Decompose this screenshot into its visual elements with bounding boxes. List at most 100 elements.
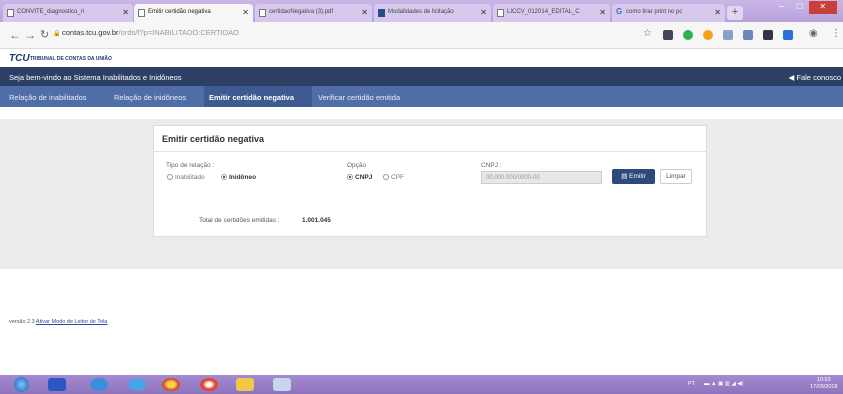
radio-inidoneo[interactable]: Inidôneo — [221, 174, 256, 181]
app-icon[interactable] — [200, 378, 218, 391]
limpar-button[interactable]: Limpar — [660, 169, 692, 184]
close-tab-icon[interactable]: ✕ — [480, 8, 487, 17]
extension-icon[interactable] — [783, 30, 793, 40]
divider — [154, 151, 706, 152]
page-icon — [138, 9, 145, 17]
radio-label: CNPJ — [355, 174, 373, 181]
chrome-icon[interactable] — [162, 378, 180, 391]
megaphone-icon: ◀ — [788, 73, 795, 82]
os-taskbar: PT ▬ ▲ ▣ ▥ ◢ ◀) 10:53 17/09/2018 — [0, 375, 843, 394]
tab-label: Emitir certidão negativa — [148, 9, 211, 15]
extension-icon[interactable] — [683, 30, 693, 40]
minimize-icon[interactable]: ─ — [773, 1, 791, 14]
option-label: Opção — [347, 162, 367, 169]
radio-inabilitado[interactable]: Inabilitado — [167, 174, 205, 181]
extension-icon[interactable] — [763, 30, 773, 40]
site-header: TCU TRIBUNAL DE CONTAS DA UNIÃO — [0, 49, 843, 67]
site-favicon-icon — [378, 9, 385, 17]
version-text: versão 2.3 — [9, 319, 35, 325]
profile-icon[interactable]: ◉ — [809, 28, 818, 39]
total-value: 1.001.045 — [302, 217, 331, 224]
extension-icon[interactable] — [743, 30, 753, 40]
menu-item-verificar-certidao[interactable]: Verificar certidão emitida — [318, 93, 400, 102]
radio-cnpj[interactable]: CNPJ — [347, 174, 372, 181]
window-close-icon[interactable]: ✕ — [808, 1, 837, 14]
tab-label: certidaoNegativa (3).pdf — [269, 9, 334, 15]
start-button-icon[interactable] — [14, 377, 29, 392]
browser-tab[interactable]: certidaoNegativa (3).pdf ✕ — [255, 4, 372, 22]
file-icon — [7, 9, 14, 17]
menu-item-inabilitados[interactable]: Relação de inabilitados — [9, 93, 87, 102]
browser-tab-bar: CONVITE_diagnostico_ri ✕ Emitir certidão… — [0, 0, 843, 22]
system-clock[interactable]: 10:53 17/09/2018 — [810, 377, 838, 391]
radio-cpf[interactable]: CPF — [383, 174, 404, 181]
clock-date: 17/09/2018 — [810, 384, 838, 390]
extension-icon[interactable] — [663, 30, 673, 40]
browser-tab[interactable]: Modalidades de licitação ✕ — [374, 4, 491, 22]
file-icon — [259, 9, 266, 17]
radio-label: Inidôneo — [229, 174, 257, 181]
tab-label: como tirar print no pc — [626, 9, 683, 15]
reload-icon[interactable]: ↻ — [40, 28, 49, 41]
footer: versão 2.3 Ativar Modo de Leitor de Tela — [9, 319, 107, 325]
file-icon — [497, 9, 504, 17]
total-label: Total de certidões emitidas : — [199, 217, 280, 224]
window-controls: ─ ☐ ✕ — [773, 1, 837, 14]
menu-item-inidoneos[interactable]: Relação de inidôneos — [114, 93, 186, 102]
tab-label: LICCV_012014_EDITAL_C — [507, 9, 580, 15]
cnpj-label: CNPJ : — [481, 162, 502, 169]
screen-reader-link[interactable]: Ativar Modo de Leitor de Tela — [36, 319, 107, 325]
org-name: TRIBUNAL DE CONTAS DA UNIÃO — [30, 56, 112, 62]
back-icon[interactable]: ← — [9, 28, 21, 42]
close-tab-icon[interactable]: ✕ — [122, 8, 129, 17]
certidao-form-panel: Emitir certidão negativa Tipo de relação… — [153, 125, 707, 237]
maximize-icon[interactable]: ☐ — [791, 1, 809, 14]
contact-label: Fale conosco — [796, 73, 841, 82]
address-bar: ← → ↻ 🔒 contas.tcu.gov.br/ords/f?p=INABI… — [0, 22, 843, 49]
close-tab-icon[interactable]: ✕ — [361, 8, 368, 17]
contact-link[interactable]: ◀ Fale conosco — [789, 73, 841, 82]
radio-label: Inabilitado — [175, 174, 205, 181]
welcome-text: Seja bem-vindo ao Sistema Inabilitados e… — [9, 73, 182, 82]
radio-label: CPF — [391, 174, 404, 181]
extension-icon[interactable] — [723, 30, 733, 40]
url-path: /ords/f?p=INABILITADO:CERTIDAO — [118, 28, 239, 37]
tray-icons[interactable]: ▬ ▲ ▣ ▥ ◢ ◀) — [704, 381, 743, 387]
browser-tab[interactable]: CONVITE_diagnostico_ri ✕ — [3, 4, 133, 22]
cnpj-input[interactable]: 00.000.000/0000-00 — [481, 171, 602, 184]
form-title: Emitir certidão negativa — [162, 134, 265, 144]
new-tab-button[interactable]: + — [727, 6, 743, 20]
browser-tab-active[interactable]: Emitir certidão negativa ✕ — [134, 4, 253, 22]
browser-tab[interactable]: G como tirar print no pc ✕ — [612, 4, 725, 22]
folder-icon[interactable] — [236, 378, 254, 391]
media-player-icon[interactable] — [48, 378, 66, 391]
url-host: contas.tcu.gov.br — [62, 28, 119, 37]
relation-type-label: Tipo de relação : — [166, 162, 215, 169]
tcu-logo[interactable]: TCU — [9, 53, 30, 64]
document-icon: ▤ — [621, 173, 628, 180]
image-viewer-icon[interactable] — [273, 378, 291, 391]
emitir-label: Emitir — [629, 173, 646, 180]
tray-language[interactable]: PT — [688, 381, 695, 387]
extension-icon[interactable] — [703, 30, 713, 40]
forward-icon[interactable]: → — [24, 28, 36, 42]
tab-label: Modalidades de licitação — [388, 9, 454, 15]
close-tab-icon[interactable]: ✕ — [242, 8, 249, 17]
url-field[interactable]: contas.tcu.gov.br/ords/f?p=INABILITADO:C… — [62, 28, 239, 37]
tab-label: CONVITE_diagnostico_ri — [17, 9, 85, 15]
welcome-bar: Seja bem-vindo ao Sistema Inabilitados e… — [0, 67, 843, 86]
menu-item-emitir-certidao[interactable]: Emitir certidão negativa — [209, 93, 294, 102]
main-menu: Relação de inabilitados Relação de inidô… — [0, 86, 843, 107]
clock-time: 10:53 — [816, 377, 831, 383]
app-icon[interactable] — [128, 378, 146, 391]
lock-icon: 🔒 — [53, 31, 61, 37]
close-tab-icon[interactable]: ✕ — [714, 8, 721, 17]
emitir-button[interactable]: ▤ Emitir — [612, 169, 655, 184]
ie-browser-icon[interactable] — [90, 378, 108, 391]
close-tab-icon[interactable]: ✕ — [599, 8, 606, 17]
page-content: Emitir certidão negativa Tipo de relação… — [0, 107, 843, 375]
google-icon: G — [616, 7, 623, 16]
bookmark-star-icon[interactable]: ☆ — [643, 28, 652, 39]
browser-tab[interactable]: LICCV_012014_EDITAL_C ✕ — [493, 4, 610, 22]
menu-icon[interactable]: ⋮ — [831, 28, 841, 39]
